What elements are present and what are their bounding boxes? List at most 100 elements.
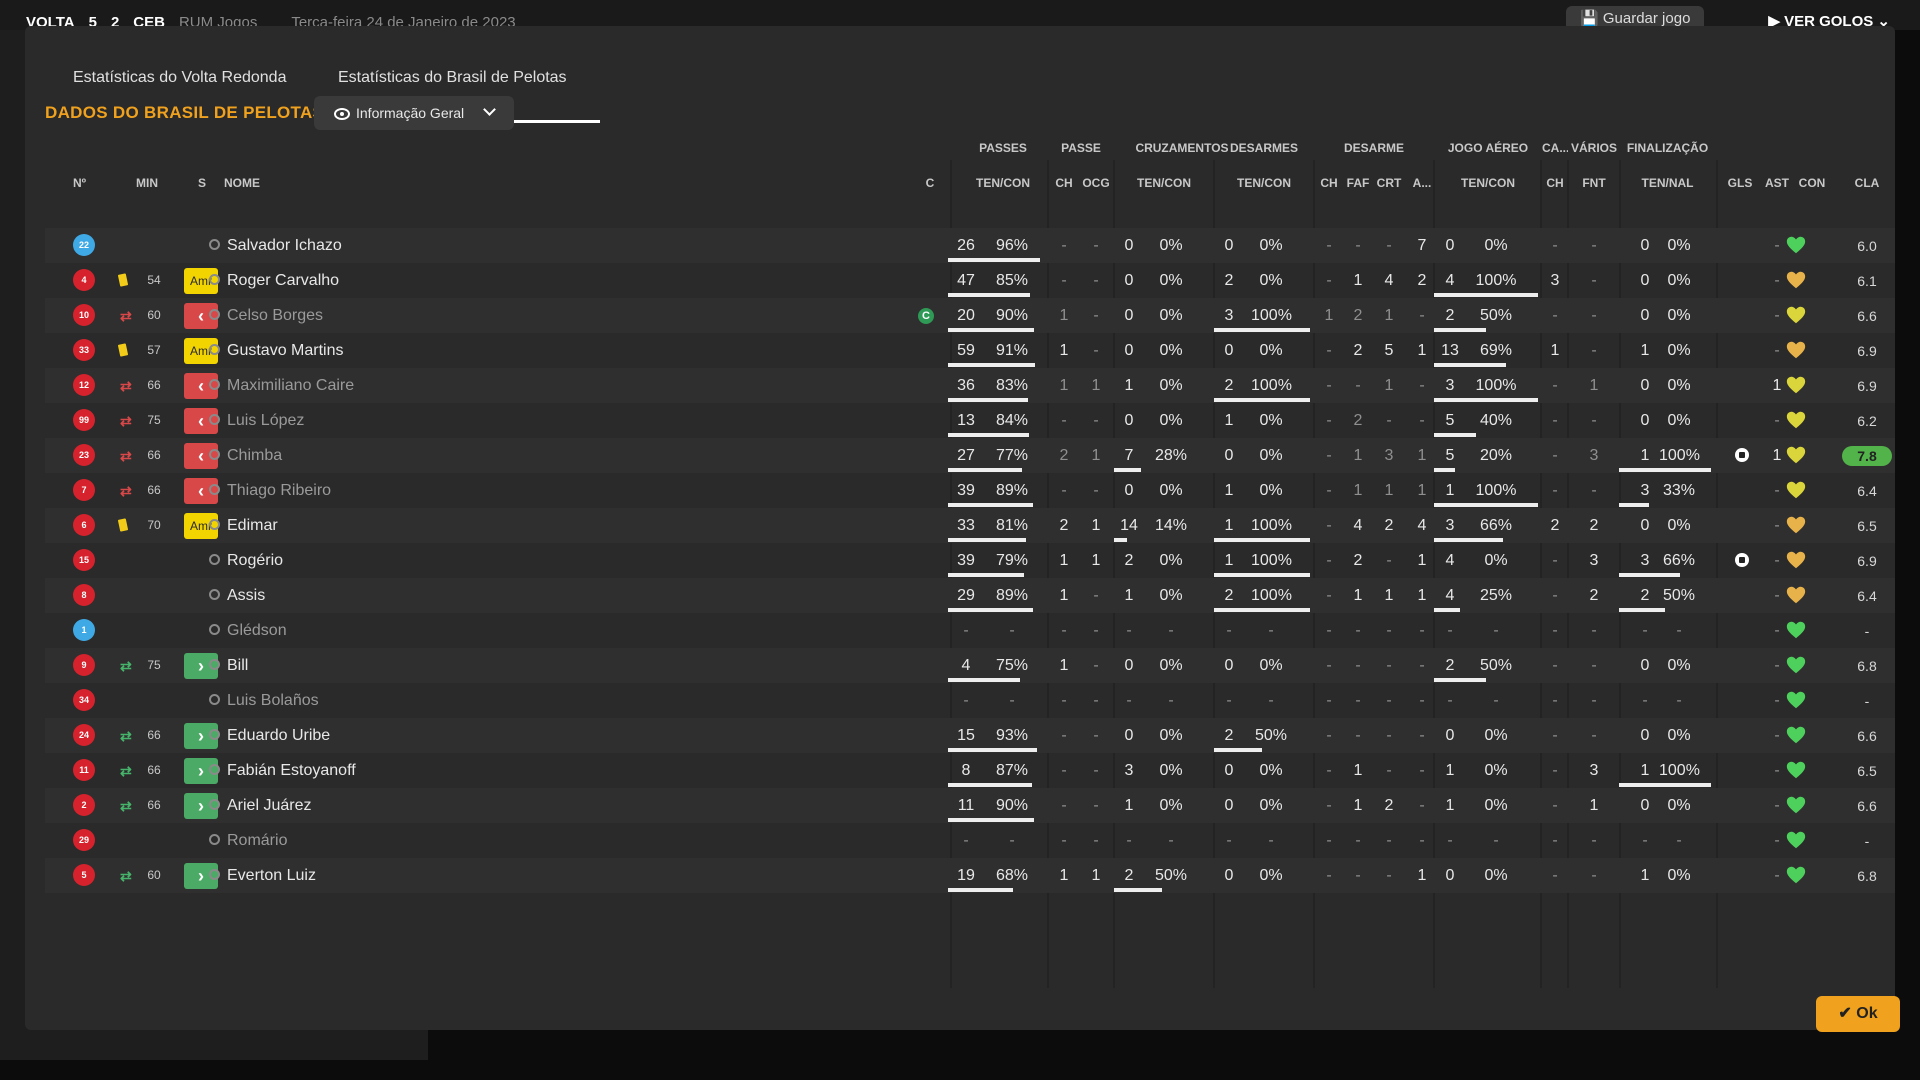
table-row[interactable]: 9 ⇄ 75 › Bill 4 75% 1-0 0% 0 0% - - - -2 50% - -0 0% -6.8: [45, 648, 1895, 683]
table-row[interactable]: 29 Romário - - - - - - - - - - - - - - - - - - - -: [45, 823, 1895, 858]
table-row[interactable]: 2 ⇄ 66 › Ariel Juárez 11 90% - -1 0% 0 0% -1 2-1 0% -1 0…: [45, 788, 1895, 823]
stat-crt: 1: [1384, 307, 1394, 324]
table-row[interactable]: 24 ⇄ 66 › Eduardo Uribe 15 93% - -0 0% 2 50% - - - -0 0%…: [45, 718, 1895, 753]
stat-dch: -: [1326, 237, 1332, 254]
minutes-played: 66: [147, 448, 161, 462]
stat-dt: 0: [1224, 657, 1234, 674]
column-header[interactable]: CON: [1796, 176, 1828, 190]
column-header[interactable]: S: [193, 176, 211, 190]
player-name[interactable]: Fabián Estoyanoff: [227, 753, 356, 788]
column-header[interactable]: FNT: [1568, 176, 1620, 190]
stat-crt: -: [1386, 762, 1392, 779]
column-header[interactable]: TEN/CON: [1114, 176, 1214, 190]
column-header[interactable]: Nº: [73, 176, 95, 190]
player-rating: 7.8: [1842, 446, 1892, 466]
morale-heart-icon: [1786, 866, 1806, 884]
column-header[interactable]: TEN/NAL: [1620, 176, 1715, 190]
table-row[interactable]: 6 70 Amr Edimar 33 81% 2 1 14 14% 1 100% -4 2 4 3 66% 2 2 0…: [45, 508, 1895, 543]
view-dropdown[interactable]: Informação Geral: [314, 96, 514, 130]
player-name[interactable]: Roger Carvalho: [227, 263, 339, 298]
stat-cp: -: [1168, 692, 1174, 709]
stat-st: 0: [1640, 412, 1650, 429]
shirt-number-icon: 24: [73, 724, 95, 746]
stat-dt: 0: [1224, 867, 1234, 884]
stat-faf: 1: [1353, 762, 1363, 779]
player-name[interactable]: Edimar: [227, 508, 278, 543]
stat-bar: [948, 678, 1020, 682]
column-header[interactable]: C: [921, 176, 939, 190]
column-header[interactable]: FAF: [1343, 176, 1373, 190]
player-name[interactable]: Celso Borges: [227, 298, 323, 333]
player-name[interactable]: Ariel Juárez: [227, 788, 311, 823]
player-name[interactable]: Gustavo Martins: [227, 333, 343, 368]
player-name[interactable]: Maximiliano Caire: [227, 368, 354, 403]
stat-st: 0: [1640, 377, 1650, 394]
table-row[interactable]: 34 Luis Bolaños - - - - - - - - - - - - - - - - - - - -: [45, 683, 1895, 718]
tab-label: Estatísticas do Volta Redonda: [73, 69, 287, 86]
column-header[interactable]: CLA: [1842, 176, 1892, 190]
player-name[interactable]: Luis López: [227, 403, 304, 438]
column-header[interactable]: NOME: [224, 176, 274, 190]
stat-pch: 1: [1059, 307, 1069, 324]
player-name[interactable]: Eduardo Uribe: [227, 718, 330, 753]
table-row[interactable]: 7 ⇄ 66 ‹ Thiago Ribeiro 39 89% - -0 0% 1 0% -1 1 1 1 100…: [45, 473, 1895, 508]
player-icon: [209, 519, 220, 530]
table-row[interactable]: 99 ⇄ 75 ‹ Luis López 13 84% - -0 0% 1 0% -2- -5 40% - -0…: [45, 403, 1895, 438]
stat-ct: 0: [1124, 482, 1134, 499]
table-row[interactable]: 8 Assis 29 89% 1-1 0% 2 100% -1 1 1 4 25% -2 2 50% -6.4: [45, 578, 1895, 613]
stat-bar: [948, 363, 1035, 367]
column-header[interactable]: OCG: [1079, 176, 1113, 190]
table-row[interactable]: 23 ⇄ 66 ‹ Chimba 27 77% 2 1 7 28% 0 0% -1 3 1 5 20% -3 1 100…: [45, 438, 1895, 473]
column-header[interactable]: CH: [1049, 176, 1079, 190]
shirt-number-icon: 6: [73, 514, 95, 536]
player-name[interactable]: Everton Luiz: [227, 858, 316, 893]
player-rating: -: [1864, 693, 1870, 709]
minutes-played: 57: [147, 343, 161, 357]
table-row[interactable]: 4 54 Amr Roger Carvalho 47 85% - -0 0% 2 0% -1 4 2 4 10…: [45, 263, 1895, 298]
minutes-played: 66: [147, 378, 161, 392]
chevron-down-icon: [483, 103, 496, 116]
shirt-number-icon: 15: [73, 549, 95, 571]
column-header[interactable]: CH: [1542, 176, 1568, 190]
shirt-number-icon: 34: [73, 689, 95, 711]
player-name[interactable]: Salvador Ichazo: [227, 228, 342, 263]
column-header[interactable]: AST: [1762, 176, 1792, 190]
stat-fnt: -: [1591, 307, 1597, 324]
player-name[interactable]: Chimba: [227, 438, 282, 473]
table-row[interactable]: 5 ⇄ 60 › Everton Luiz 19 68% 1 1 2 50% 0 0% - - -1 0 0% - -…: [45, 858, 1895, 893]
table-row[interactable]: 33 57 Amr Gustavo Martins 59 91% 1-0 0% 0 0% -2 5 1 1…: [45, 333, 1895, 368]
table-row[interactable]: 12 ⇄ 66 ‹ Maximiliano Caire 36 83% 1 1 1 0% 2 100% - -…: [45, 368, 1895, 403]
column-header[interactable]: TEN/CON: [953, 176, 1053, 190]
stat-sp: -: [1676, 832, 1682, 849]
table-row[interactable]: 10 ⇄ 60 ‹ Celso Borges C 20 90% 1-0 0% 3 100% 1 2 1-2 5…: [45, 298, 1895, 333]
player-name[interactable]: Bill: [227, 648, 248, 683]
stat-pch: 1: [1059, 342, 1069, 359]
player-name[interactable]: Assis: [227, 578, 265, 613]
table-row[interactable]: 22 Salvador Ichazo 26 96% - -0 0% 0 0% - - -7 0 0% - -0…: [45, 228, 1895, 263]
player-icon: [209, 274, 220, 285]
player-name[interactable]: Luis Bolaños: [227, 683, 319, 718]
column-header[interactable]: MIN: [129, 176, 165, 190]
stat-dt: 0: [1224, 237, 1234, 254]
stat-ct: -: [1126, 622, 1132, 639]
player-name[interactable]: Thiago Ribeiro: [227, 473, 331, 508]
player-name[interactable]: Romário: [227, 823, 287, 858]
stat-bar: [948, 468, 1022, 472]
ok-button[interactable]: ✔ Ok: [1816, 996, 1900, 1032]
save-icon: 💾: [1580, 10, 1599, 27]
stat-fnt: -: [1591, 412, 1597, 429]
column-header[interactable]: GLS: [1725, 176, 1755, 190]
column-header[interactable]: CRT: [1373, 176, 1405, 190]
stat-cp: 0%: [1159, 377, 1183, 394]
stat-crt: 1: [1384, 482, 1394, 499]
player-name[interactable]: Rogério: [227, 543, 283, 578]
table-row[interactable]: 11 ⇄ 66 › Fabián Estoyanoff 8 87% - -3 0% 0 0% -1- -1…: [45, 753, 1895, 788]
table-row[interactable]: 1 Glédson - - - - - - - - - - - - - - - - - - - -: [45, 613, 1895, 648]
column-header[interactable]: CH: [1314, 176, 1344, 190]
column-header[interactable]: TEN/CON: [1434, 176, 1542, 190]
stat-crt: -: [1386, 867, 1392, 884]
column-header[interactable]: TEN/CON: [1214, 176, 1314, 190]
player-name[interactable]: Glédson: [227, 613, 287, 648]
table-row[interactable]: 15 Rogério 39 79% 1 1 2 0% 1 100% -2-1 4 0% -3 3 66% -6.…: [45, 543, 1895, 578]
morale-heart-icon: [1786, 341, 1806, 359]
